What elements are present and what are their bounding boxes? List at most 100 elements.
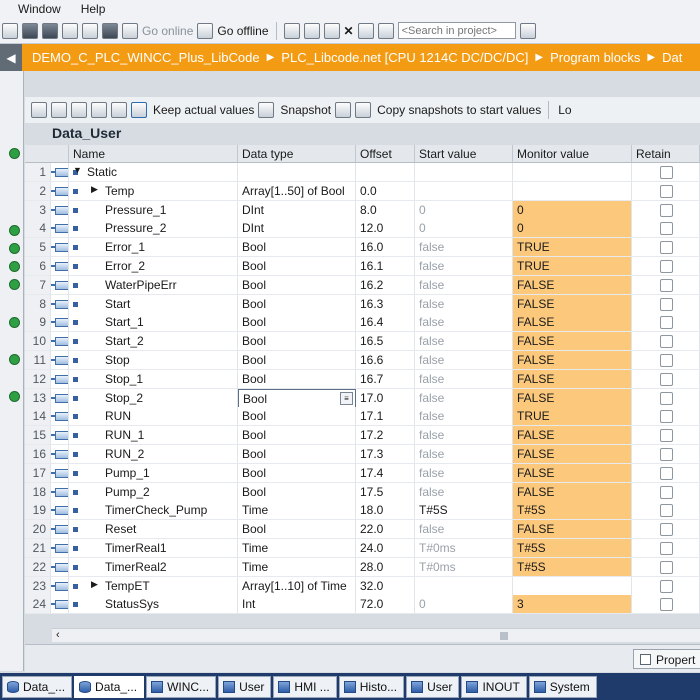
- start-value-cell[interactable]: false: [415, 445, 513, 464]
- start-value-cell[interactable]: false: [415, 388, 513, 408]
- header-retain[interactable]: Retain: [632, 145, 700, 163]
- expand-icon[interactable]: ▶: [91, 579, 98, 590]
- table-row[interactable]: 16 RUN_2 Bool 17.3 false FALSE: [25, 445, 700, 464]
- name-cell[interactable]: TimerReal1: [69, 539, 238, 558]
- scroll-thumb[interactable]: [500, 632, 508, 640]
- simulation-icon[interactable]: [102, 22, 118, 39]
- close-icon[interactable]: ✕: [344, 24, 354, 38]
- name-cell[interactable]: Start: [69, 294, 238, 314]
- name-cell[interactable]: RUN_2: [69, 445, 238, 464]
- start-value-cell[interactable]: [415, 576, 513, 596]
- name-cell[interactable]: Reset: [69, 520, 238, 540]
- data-type-cell[interactable]: Bool: [238, 238, 356, 258]
- collapse-all-icon[interactable]: [91, 102, 107, 118]
- name-cell[interactable]: Start_2: [69, 332, 238, 352]
- type-dropdown-icon[interactable]: ≡: [340, 391, 353, 405]
- task-system[interactable]: System: [528, 675, 597, 698]
- data-type-cell[interactable]: Bool: [238, 332, 356, 352]
- start-value-cell[interactable]: T#0ms: [415, 539, 513, 558]
- name-cell[interactable]: Pressure_2: [69, 219, 238, 239]
- menu-window[interactable]: Window: [0, 2, 71, 16]
- data-type-cell[interactable]: Bool: [238, 426, 356, 446]
- table-row[interactable]: 23 ▶ TempET Array[1..10] of Time 32.0: [25, 576, 700, 596]
- table-row[interactable]: 19 TimerCheck_Pump Time 18.0 T#5S T#5S: [25, 501, 700, 521]
- data-type-cell[interactable]: Bool: [238, 520, 356, 540]
- data-type-cell[interactable]: Bool: [238, 257, 356, 276]
- header-offset[interactable]: Offset: [356, 145, 415, 163]
- data-type-cell[interactable]: Bool: [238, 351, 356, 370]
- name-cell[interactable]: Stop: [69, 351, 238, 370]
- name-cell[interactable]: TimerCheck_Pump: [69, 501, 238, 521]
- name-cell[interactable]: RUN_1: [69, 426, 238, 446]
- go-offline-button[interactable]: Go offline: [217, 24, 268, 38]
- data-type-cell[interactable]: Time: [238, 501, 356, 521]
- header-monitor-value[interactable]: Monitor value: [513, 145, 632, 163]
- data-type-cell[interactable]: Bool: [238, 313, 356, 333]
- retain-checkbox[interactable]: [660, 184, 673, 198]
- data-type-cell[interactable]: Bool: [238, 407, 356, 427]
- print-icon[interactable]: [82, 22, 98, 39]
- load-button[interactable]: Lo: [558, 103, 571, 117]
- name-cell[interactable]: TimerReal2: [69, 557, 238, 577]
- compile-icon[interactable]: [62, 22, 78, 39]
- table-row[interactable]: 12 Stop_1 Bool 16.7 false FALSE: [25, 369, 700, 389]
- table-row[interactable]: 22 TimerReal2 Time 28.0 T#0ms T#5S: [25, 557, 700, 577]
- properties-button[interactable]: Propert: [633, 649, 700, 669]
- data-type-cell[interactable]: Bool: [238, 275, 356, 295]
- retain-checkbox[interactable]: [660, 354, 673, 367]
- retain-checkbox[interactable]: [660, 335, 673, 349]
- table-row[interactable]: 14 RUN Bool 17.1 false TRUE: [25, 407, 700, 427]
- name-cell[interactable]: ▶ TempET: [69, 576, 238, 596]
- retain-checkbox[interactable]: [660, 542, 673, 555]
- header-data-type[interactable]: Data type: [238, 145, 356, 163]
- name-cell[interactable]: RUN: [69, 407, 238, 427]
- name-cell[interactable]: Stop_2: [69, 388, 238, 408]
- copy-snapshot-icon[interactable]: [335, 102, 352, 118]
- start-value-cell[interactable]: 0: [415, 200, 513, 220]
- name-cell[interactable]: ▼ Static: [69, 163, 238, 182]
- name-cell[interactable]: Error_2: [69, 257, 238, 276]
- menu-help[interactable]: Help: [71, 2, 116, 16]
- retain-checkbox[interactable]: [660, 166, 673, 179]
- stop-cpu-icon[interactable]: [323, 22, 340, 39]
- name-cell[interactable]: Start_1: [69, 313, 238, 333]
- table-row[interactable]: 7 WaterPipeErr Bool 16.2 false FALSE: [25, 275, 700, 295]
- data-type-cell[interactable]: Array[1..10] of Time: [238, 576, 356, 596]
- task-wincc[interactable]: WINC...: [146, 675, 217, 698]
- table-row[interactable]: 10 Start_2 Bool 16.5 false FALSE: [25, 332, 700, 352]
- start-value-cell[interactable]: false: [415, 294, 513, 314]
- name-cell[interactable]: Pump_2: [69, 482, 238, 502]
- start-value-cell[interactable]: T#0ms: [415, 557, 513, 577]
- name-cell[interactable]: ▶ Temp: [69, 181, 238, 201]
- data-type-cell[interactable]: Bool: [238, 463, 356, 483]
- list-view-icon[interactable]: [111, 102, 127, 118]
- task-user-2[interactable]: User: [406, 675, 460, 698]
- table-row[interactable]: 18 Pump_2 Bool 17.5 false FALSE: [25, 482, 700, 502]
- task-hmi[interactable]: HMI ...: [273, 675, 337, 698]
- retain-checkbox[interactable]: [660, 222, 673, 236]
- data-type-cell[interactable]: Bool: [238, 482, 356, 502]
- name-cell[interactable]: WaterPipeErr: [69, 275, 238, 295]
- retain-checkbox[interactable]: [660, 410, 673, 424]
- expand-all-icon[interactable]: [71, 102, 87, 118]
- name-cell[interactable]: Stop_1: [69, 369, 238, 389]
- table-row[interactable]: 6 Error_2 Bool 16.1 false TRUE: [25, 257, 700, 276]
- table-row[interactable]: 8 Start Bool 16.3 false FALSE: [25, 294, 700, 314]
- retain-checkbox[interactable]: [660, 523, 673, 537]
- table-row[interactable]: 3 Pressure_1 DInt 8.0 0 0: [25, 200, 700, 220]
- name-cell[interactable]: StatusSys: [69, 595, 238, 615]
- table-row[interactable]: 9 Start_1 Bool 16.4 false FALSE: [25, 313, 700, 333]
- accessible-devices-icon[interactable]: [283, 22, 300, 39]
- data-type-cell[interactable]: Bool ≡: [238, 388, 356, 408]
- start-value-cell[interactable]: false: [415, 238, 513, 258]
- go-online-icon[interactable]: [122, 22, 138, 39]
- data-type-cell[interactable]: Bool: [238, 369, 356, 389]
- table-row[interactable]: 17 Pump_1 Bool 17.4 false FALSE: [25, 463, 700, 483]
- task-user-1[interactable]: User: [218, 675, 272, 698]
- table-row[interactable]: 15 RUN_1 Bool 17.2 false FALSE: [25, 426, 700, 446]
- table-row[interactable]: 21 TimerReal1 Time 24.0 T#0ms T#5S: [25, 539, 700, 558]
- retain-checkbox[interactable]: [660, 203, 673, 217]
- name-cell[interactable]: Pressure_1: [69, 200, 238, 220]
- snapshot-button[interactable]: Snapshot: [280, 103, 331, 117]
- save-project-icon[interactable]: [2, 22, 18, 39]
